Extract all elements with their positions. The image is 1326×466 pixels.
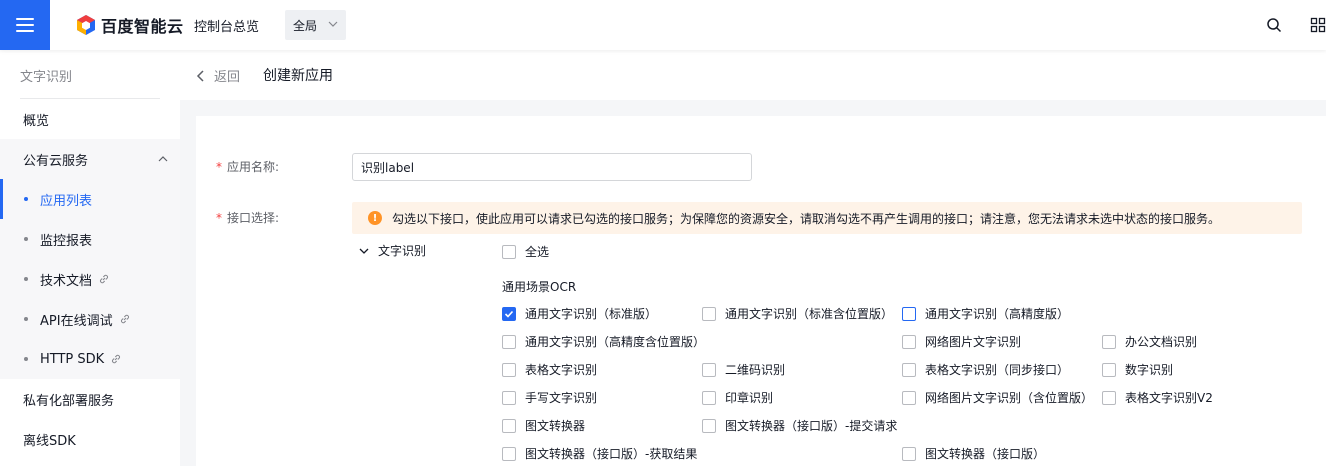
notice-text: 勾选以下接口，使此应用可以请求已勾选的接口服务；为保障您的资源安全，请取消勾选不… (392, 211, 1221, 226)
menu-icon (16, 18, 34, 32)
logo[interactable]: 百度智能云 (75, 13, 184, 37)
app-name-label: * 应用名称: (216, 160, 280, 174)
external-link-icon (112, 354, 121, 364)
sidebar-item-label: 技术文档 (40, 273, 93, 289)
checkbox-box (902, 334, 916, 349)
checkbox-box (902, 306, 916, 321)
checkbox-box (502, 446, 516, 461)
sidebar: 文字识别 概览 公有云服务 应用列表 监控报表 技术文档 API在线调试 HTT… (0, 50, 180, 466)
checkbox-box (702, 362, 716, 377)
external-link-icon (120, 314, 129, 324)
checkbox-box (502, 334, 516, 349)
page-header: 返回 创建新应用 (180, 50, 1326, 100)
notice-banner: ! 勾选以下接口，使此应用可以请求已勾选的接口服务；为保障您的资源安全，请取消勾… (352, 202, 1302, 234)
back-label: 返回 (214, 70, 241, 85)
api-checkbox[interactable]: 办公文档识别 (1102, 333, 1197, 350)
tree-node-label: 文字识别 (378, 244, 427, 258)
chevron-down-icon (359, 248, 369, 254)
baidu-cloud-logo-icon (77, 15, 95, 35)
create-app-form: *应用名称: *接口选择: ! 勾选以下接口，使此应用可以请求已勾选的接口服务；… (196, 116, 1326, 466)
api-checkbox[interactable]: 通用文字识别（高精度版） (902, 305, 1069, 322)
api-checkbox[interactable]: 图文转换器（接口版）-提交请求 (702, 417, 897, 434)
checkbox-box (902, 390, 916, 405)
bullet-dot (24, 317, 28, 321)
checkbox-box (502, 306, 516, 321)
checkbox-box (702, 390, 716, 405)
bullet-dot (24, 357, 28, 361)
search-icon[interactable] (1266, 17, 1282, 33)
region-select[interactable]: 全局 (285, 10, 346, 40)
sidebar-item-label: HTTP SDK (40, 351, 105, 367)
required-mark: * (216, 211, 222, 225)
select-all-checkbox[interactable]: 全选 (502, 243, 549, 260)
checkbox-box (902, 362, 916, 377)
api-checkbox[interactable]: 图文转换器（接口版） (902, 445, 1045, 462)
back-link[interactable]: 返回 (196, 66, 240, 85)
active-indicator (0, 179, 3, 219)
bullet-dot (24, 277, 28, 281)
bullet-dot (24, 197, 28, 201)
chevron-down-icon (328, 21, 338, 27)
apps-grid-icon[interactable] (1310, 17, 1326, 33)
top-bar: 百度智能云 控制台总览 全局 (0, 0, 1326, 50)
api-select-label: * 接口选择: (216, 211, 280, 225)
api-checkbox[interactable]: 图文转换器（接口版）-获取结果 (502, 445, 697, 462)
sidebar-title: 文字识别 (20, 70, 73, 85)
api-checkbox[interactable]: 通用文字识别（标准含位置版） (702, 305, 893, 322)
api-checkbox[interactable]: 通用文字识别（高精度含位置版） (502, 333, 705, 350)
chevron-left-icon (196, 69, 204, 82)
app-name-input[interactable] (352, 153, 752, 181)
check-icon (504, 310, 514, 318)
sidebar-item-label: API在线调试 (40, 313, 113, 329)
region-select-value: 全局 (293, 18, 318, 33)
sidebar-item-monitor-report[interactable]: 监控报表 (0, 219, 180, 259)
required-mark: * (216, 160, 222, 174)
api-checkbox[interactable]: 手写文字识别 (502, 389, 597, 406)
sidebar-item-tech-docs[interactable]: 技术文档 (0, 259, 180, 299)
checkbox-box (1102, 390, 1116, 405)
api-checkbox[interactable]: 表格文字识别 (502, 361, 597, 378)
sidebar-item-label: 概览 (23, 113, 50, 129)
sidebar-item-label: 私有化部署服务 (23, 393, 115, 409)
checkbox-box (1102, 334, 1116, 349)
api-checkbox[interactable]: 通用文字识别（标准版） (502, 305, 657, 322)
api-checkbox[interactable]: 网络图片文字识别 (902, 333, 1021, 350)
checkbox-box (502, 362, 516, 377)
checkbox-box (1102, 362, 1116, 377)
sidebar-item-label: 应用列表 (40, 193, 93, 209)
page-title: 创建新应用 (263, 68, 333, 84)
api-checkbox[interactable]: 表格文字识别（同步接口） (902, 361, 1069, 378)
sidebar-item-label: 监控报表 (40, 233, 93, 249)
section-title: 通用场景OCR (502, 280, 577, 294)
sidebar-item-app-list[interactable]: 应用列表 (0, 179, 180, 219)
menu-button[interactable] (0, 0, 50, 50)
api-checkbox[interactable]: 表格文字识别V2 (1102, 389, 1213, 406)
sidebar-item-offline-sdk[interactable]: 离线SDK (0, 419, 180, 459)
checkbox-box (502, 390, 516, 405)
logo-text: 百度智能云 (101, 17, 184, 36)
api-checkbox[interactable]: 网络图片文字识别（含位置版） (902, 389, 1093, 406)
sidebar-item-label: 离线SDK (23, 433, 76, 449)
sidebar-item-private-deploy[interactable]: 私有化部署服务 (0, 379, 180, 419)
api-checkbox[interactable]: 图文转换器 (502, 417, 585, 434)
checkbox-box (502, 244, 516, 259)
external-link-icon (100, 274, 109, 284)
sidebar-item-api-debug[interactable]: API在线调试 (0, 299, 180, 339)
sidebar-group-public-cloud[interactable]: 公有云服务 (0, 139, 180, 179)
warning-icon: ! (368, 211, 382, 225)
checkbox-box (702, 306, 716, 321)
sidebar-item-overview[interactable]: 概览 (0, 99, 180, 139)
checkbox-box (902, 446, 916, 461)
tree-node-ocr[interactable]: 文字识别 (359, 242, 426, 259)
checkbox-box (702, 418, 716, 433)
checkbox-box (502, 418, 516, 433)
api-checkbox[interactable]: 印章识别 (702, 389, 773, 406)
api-checkbox[interactable]: 数字识别 (1102, 361, 1173, 378)
chevron-up-icon (158, 156, 168, 162)
bullet-dot (24, 237, 28, 241)
sidebar-item-label: 公有云服务 (23, 153, 89, 169)
sidebar-item-http-sdk[interactable]: HTTP SDK (0, 339, 180, 379)
console-overview-link[interactable]: 控制台总览 (194, 16, 259, 35)
api-checkbox[interactable]: 二维码识别 (702, 361, 785, 378)
